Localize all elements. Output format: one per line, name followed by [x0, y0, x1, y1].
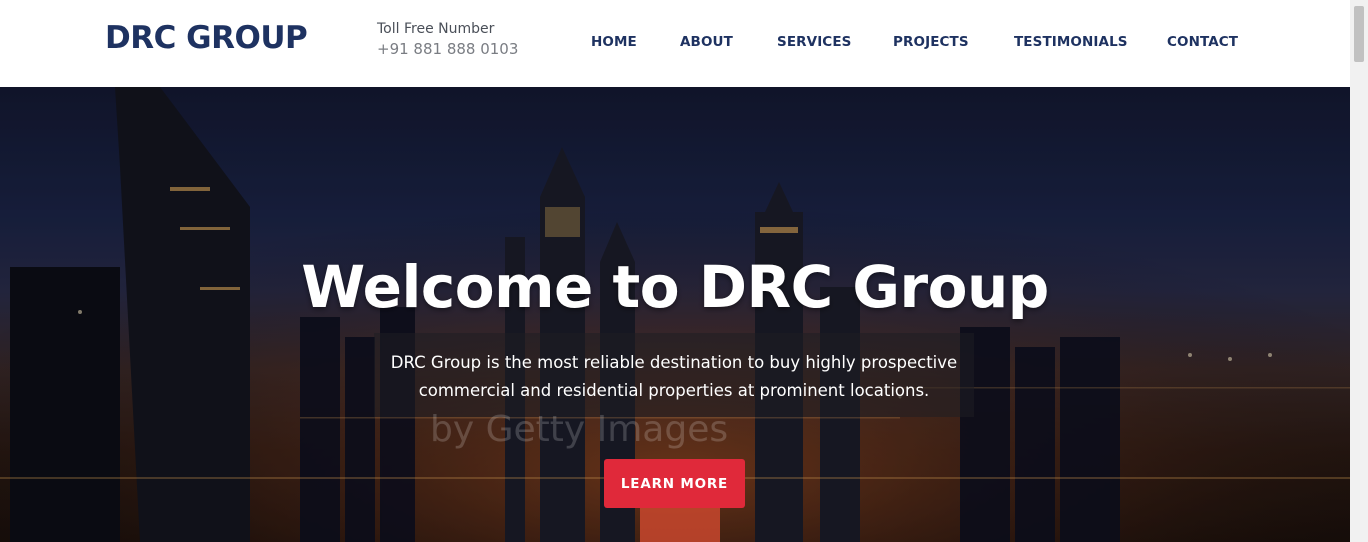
main-nav: HOME ABOUT SERVICES PROJECTS TESTIMONIAL… [0, 34, 1350, 54]
hero-title: Welcome to DRC Group [301, 253, 1049, 321]
scrollbar-thumb[interactable] [1354, 6, 1364, 62]
nav-services[interactable]: SERVICES [777, 34, 851, 50]
nav-contact[interactable]: CONTACT [1167, 34, 1238, 50]
nav-home[interactable]: HOME [591, 34, 637, 50]
hero-banner: Welcome to DRC Group DRC Group is the mo… [0, 87, 1350, 542]
nav-about[interactable]: ABOUT [680, 34, 733, 50]
nav-testimonials[interactable]: TESTIMONIALS [1014, 34, 1128, 50]
learn-more-button[interactable]: LEARN MORE [604, 459, 745, 508]
page-scrollbar[interactable] [1350, 0, 1368, 542]
stock-watermark: by Getty Images [430, 409, 729, 450]
hero-subtitle: DRC Group is the most reliable destinati… [390, 353, 958, 400]
nav-projects[interactable]: PROJECTS [893, 34, 969, 50]
site-header: DRC GROUP Toll Free Number +91 881 888 0… [0, 0, 1350, 87]
